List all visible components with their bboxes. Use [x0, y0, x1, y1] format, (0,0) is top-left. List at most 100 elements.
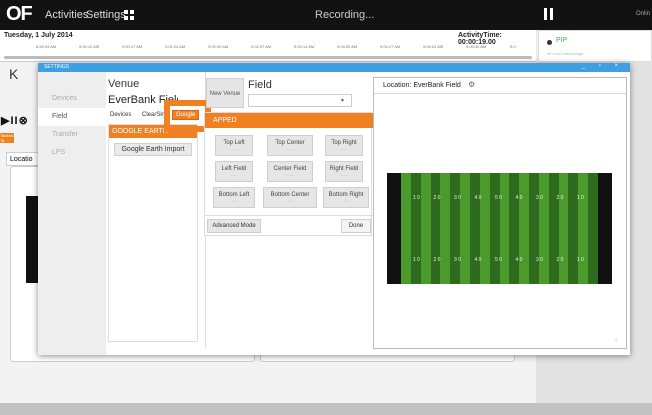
- field-stripe: [519, 173, 530, 284]
- gear-icon[interactable]: ⚙: [468, 80, 475, 89]
- background-label-k: K: [9, 66, 19, 82]
- location-tab[interactable]: Locatio: [6, 152, 42, 166]
- yard-number: 1 0: [577, 257, 584, 263]
- yard-number: 3 0: [536, 195, 543, 201]
- bottom-status-bar: [0, 403, 652, 415]
- app-logo: OF: [6, 3, 33, 25]
- position-top-right-button[interactable]: Top Right -----: [325, 135, 363, 156]
- done-button[interactable]: Done: [341, 219, 371, 233]
- advanced-mode-button[interactable]: Advanced Mode: [207, 219, 261, 233]
- position-top-center-button[interactable]: Top Center -----: [267, 135, 313, 156]
- field-stripe: [479, 173, 491, 284]
- snapped-footer: Advanced Mode Done: [205, 215, 373, 235]
- position-value: -----: [286, 146, 294, 151]
- timeline-tick: 9:05:04 AM: [423, 44, 444, 49]
- field-stripe: [489, 173, 500, 284]
- field-stripe: [440, 173, 451, 284]
- location-title: Location: EverBank Field: [383, 82, 461, 89]
- field-stripe: [469, 173, 481, 284]
- chevron-down-icon: ▼: [340, 98, 345, 104]
- field-stripe: [578, 173, 589, 284]
- venue-heading: Venue: [108, 78, 140, 90]
- position-value: -----: [230, 146, 238, 151]
- position-center-field-button[interactable]: Center Field -----: [267, 161, 313, 182]
- yard-number: 3 0: [454, 195, 461, 201]
- field-stripe: [450, 173, 461, 284]
- field-stripe: [529, 173, 540, 284]
- field-stripe: [588, 173, 599, 284]
- new-venue-button[interactable]: New Venue: [206, 78, 244, 108]
- snapped-header: APPED: [205, 113, 373, 128]
- settings-nav: Devices Field Transfer LPS: [38, 72, 106, 355]
- pip-status-icon: [547, 40, 552, 45]
- field-column: Field ▼: [246, 76, 372, 116]
- field-stripe: [548, 173, 560, 284]
- field-select[interactable]: ▼: [248, 94, 352, 107]
- nav-item-transfer[interactable]: Transfer: [38, 126, 106, 144]
- pause-icon[interactable]: [544, 8, 553, 20]
- google-earth-import-button[interactable]: Google Earth Import: [114, 143, 192, 156]
- field-stripe: [401, 173, 412, 284]
- timeline-ticks: 8:59:34 AM 9:00:10 AM 9:00:47 AM 9:01:24…: [36, 44, 536, 52]
- location-divider: [374, 93, 626, 94]
- field-stripe: [568, 173, 579, 284]
- recording-status: Recording...: [315, 9, 375, 21]
- yard-number: 4 0: [515, 257, 523, 263]
- grid-icon[interactable]: [124, 10, 134, 20]
- yard-number: 3 0: [454, 257, 461, 263]
- field-stripe: [410, 173, 422, 284]
- field-stripe: [460, 173, 471, 284]
- field-stripe: [420, 173, 432, 284]
- yard-number: 1 0: [413, 195, 420, 201]
- yard-number: 1 0: [577, 195, 584, 201]
- timeline-scrubber[interactable]: [4, 56, 532, 59]
- position-value: -----: [230, 172, 238, 177]
- yard-number: 5 0: [495, 257, 502, 263]
- playback-controls[interactable]: ▶II⊗: [1, 114, 29, 127]
- timeline-tick: 9:03:14 AM: [294, 44, 315, 49]
- position-value: -----: [340, 172, 348, 177]
- nav-item-lps[interactable]: LPS: [38, 144, 106, 162]
- nav-item-devices[interactable]: Devices: [38, 90, 106, 108]
- tab-clearsky[interactable]: ClearSky: [142, 112, 166, 118]
- yard-number: 4 0: [515, 195, 523, 201]
- timeline-date: Tuesday, 1 July 2014: [4, 32, 73, 39]
- settings-title: SETTINGS: [44, 64, 70, 70]
- yard-number: 4 0: [474, 195, 482, 201]
- resize-grip-icon[interactable]: ⁘: [614, 338, 620, 344]
- settings-titlebar[interactable]: SETTINGS _ ▫ ×: [38, 63, 630, 72]
- position-bottom-right-button[interactable]: Bottom Right -----: [323, 187, 369, 208]
- menu-settings[interactable]: Settings: [86, 9, 126, 21]
- yard-number: 2 0: [556, 257, 564, 263]
- position-value: -----: [286, 172, 294, 177]
- position-value: -----: [286, 198, 294, 203]
- yard-number: 5 0: [495, 195, 502, 201]
- tactical-tab[interactable]: Tactical Ta: [0, 133, 14, 143]
- yard-number: 2 0: [556, 195, 564, 201]
- timeline-bar: Tuesday, 1 July 2014 ActivityTime: 00:00…: [0, 30, 536, 62]
- field-stripe: [499, 173, 510, 284]
- yard-number: 1 0: [413, 257, 420, 263]
- tab-devices[interactable]: Devices: [110, 112, 131, 118]
- yard-number: 2 0: [433, 195, 441, 201]
- field-stripe: [509, 173, 520, 284]
- menu-activities[interactable]: Activities: [45, 9, 88, 21]
- position-bottom-left-button[interactable]: Bottom Left -----: [213, 187, 255, 208]
- position-left-field-button[interactable]: Left Field -----: [215, 161, 253, 182]
- field-stripe: [538, 173, 550, 284]
- position-top-left-button[interactable]: Top Left -----: [215, 135, 253, 156]
- field-playing-surface: 1 0 1 0 2 0 2 0 3 0 3 0 4 0 4 0 5 0 5 0 4 0 4 0 3 0 3…: [401, 173, 599, 284]
- timeline-tick: 9:02:00 AM: [208, 44, 229, 49]
- yard-number: 3 0: [536, 257, 543, 263]
- yard-number: 2 0: [433, 257, 441, 263]
- position-right-field-button[interactable]: Right Field -----: [325, 161, 363, 182]
- timeline-tick: 9:01:24 AM: [165, 44, 186, 49]
- pip-label[interactable]: PIP: [556, 37, 567, 44]
- timeline-tick: 9:05:40 AM: [466, 44, 487, 49]
- nav-item-field[interactable]: Field: [38, 108, 106, 126]
- position-bottom-center-button[interactable]: Bottom Center -----: [263, 187, 317, 208]
- field-stripe: [558, 173, 569, 284]
- window-controls[interactable]: _ ▫ ×: [582, 63, 624, 69]
- timeline-tick: 9:02:37 AM: [251, 44, 272, 49]
- position-value: -----: [230, 198, 238, 203]
